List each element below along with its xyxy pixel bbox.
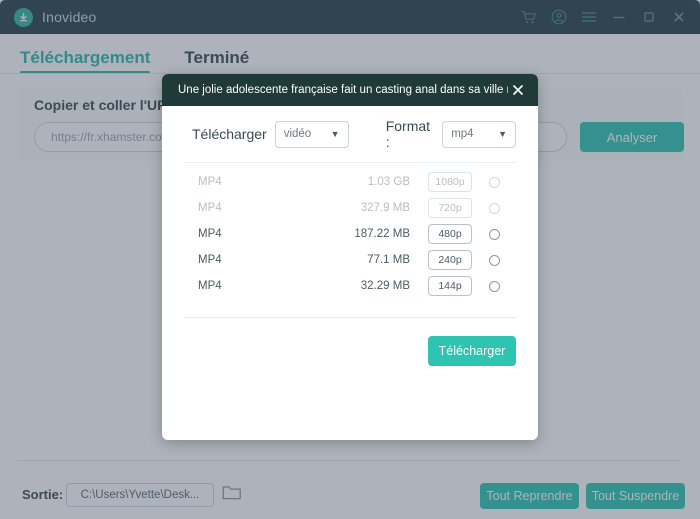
quality-format: MP4 (198, 254, 222, 266)
chevron-down-icon: ▼ (330, 129, 340, 139)
quality-size: 187.22 MB (354, 228, 410, 240)
radio-circle-icon (488, 280, 500, 292)
modal-footer: Télécharger (184, 318, 516, 366)
quality-badge: 240p (428, 250, 472, 270)
quality-format: MP4 (198, 176, 222, 188)
modal-header: Une jolie adolescente française fait un … (162, 74, 538, 106)
close-icon[interactable] (508, 83, 528, 97)
app-window: Inovideo Téléchargement Terminé Copier e… (0, 0, 700, 519)
selector-row: Télécharger vidéo ▼ Format : mp4 ▼ (184, 106, 517, 162)
confirm-download-button[interactable]: Télécharger (428, 336, 516, 366)
chevron-down-icon: ▼ (498, 129, 508, 139)
radio-circle-icon (488, 228, 500, 240)
quality-size: 327.9 MB (360, 202, 410, 214)
radio-circle-icon (488, 176, 500, 188)
quality-radio[interactable] (472, 280, 516, 292)
quality-radio (472, 202, 516, 214)
quality-format: MP4 (198, 280, 222, 292)
quality-radio[interactable] (472, 228, 516, 240)
quality-row: MP4 1.03 GB 1080p (184, 169, 516, 195)
quality-row[interactable]: MP4 187.22 MB 480p (184, 221, 516, 247)
quality-size: 32.29 MB (360, 280, 410, 292)
quality-badge: 720p (428, 198, 472, 218)
download-type-select[interactable]: vidéo ▼ (274, 120, 349, 148)
quality-badge: 480p (428, 224, 472, 244)
modal-body: Télécharger vidéo ▼ Format : mp4 ▼ MP4 1.… (162, 106, 538, 366)
download-type-label: Télécharger (192, 126, 267, 142)
quality-badge: 1080p (428, 172, 472, 192)
quality-size: 1.03 GB (367, 176, 410, 188)
quality-radio[interactable] (472, 254, 516, 266)
quality-size: 77.1 MB (367, 254, 410, 266)
format-select[interactable]: mp4 ▼ (442, 120, 517, 148)
quality-badge: 144p (428, 276, 472, 296)
quality-row[interactable]: MP4 32.29 MB 144p (184, 273, 516, 299)
quality-format: MP4 (198, 228, 222, 240)
download-options-modal: Une jolie adolescente française fait un … (162, 74, 538, 440)
radio-circle-icon (488, 202, 500, 214)
radio-circle-icon (488, 254, 500, 266)
format-label: Format : (385, 118, 431, 150)
format-value: mp4 (451, 128, 474, 140)
download-type-value: vidéo (283, 128, 312, 140)
quality-list: MP4 1.03 GB 1080p MP4 327.9 MB 720p MP4 187.22 … (184, 163, 516, 299)
quality-radio (472, 176, 516, 188)
quality-row: MP4 327.9 MB 720p (184, 195, 516, 221)
modal-title: Une jolie adolescente française fait un … (178, 84, 508, 96)
quality-format: MP4 (198, 202, 222, 214)
quality-row[interactable]: MP4 77.1 MB 240p (184, 247, 516, 273)
